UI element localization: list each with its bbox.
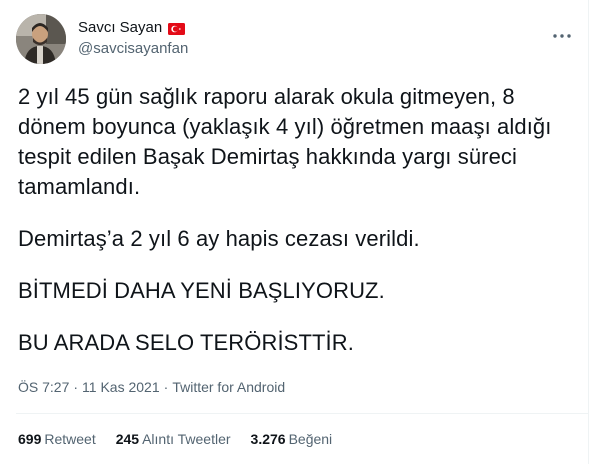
tweet-paragraph: BU ARADA SELO TERÖRİSTTİR. (18, 330, 354, 355)
meta-separator: · (163, 379, 169, 395)
display-name-row: Savcı Sayan (78, 18, 188, 38)
divider (16, 413, 589, 414)
avatar-image (16, 14, 66, 64)
tweet-paragraph: BİTMEDİ DAHA YENİ BAŞLIYORUZ. (18, 278, 385, 303)
tweet-header: Savcı Sayan @savcisayanfan (16, 14, 576, 66)
tweet-time[interactable]: ÖS 7:27 (18, 379, 69, 395)
quotes-count: 245 (115, 431, 140, 447)
user-handle[interactable]: @savcisayanfan (78, 39, 188, 59)
likes-stat[interactable]: 3.276 Beğeni (251, 429, 333, 449)
likes-label: Beğeni (288, 431, 333, 447)
tweet-meta: ÖS 7:27 · 11 Kas 2021 · Twitter for Android (18, 377, 285, 397)
more-options-icon[interactable] (550, 24, 574, 48)
avatar[interactable] (16, 14, 66, 64)
retweets-stat[interactable]: 699 Retweet (18, 429, 96, 449)
tweet-container: Savcı Sayan @savcisayanfan 2 yıl 45 gün … (0, 0, 589, 464)
user-info: Savcı Sayan @savcisayanfan (78, 18, 188, 59)
turkish-flag-icon (168, 22, 186, 35)
tweet-date[interactable]: 11 Kas 2021 (82, 379, 160, 395)
meta-separator: · (73, 379, 79, 395)
likes-count: 3.276 (250, 431, 286, 447)
tweet-stats: 699 Retweet 245 Alıntı Tweetler 3.276 Beğen… (18, 429, 352, 449)
quotes-stat[interactable]: 245 Alıntı Tweetler (116, 429, 231, 449)
retweets-label: Retweet (44, 431, 96, 447)
tweet-paragraph: Demirtaş’a 2 yıl 6 ay hapis cezası veril… (18, 226, 420, 251)
display-name[interactable]: Savcı Sayan (78, 18, 162, 38)
quotes-label: Alıntı Tweetler (142, 431, 231, 447)
tweet-text: 2 yıl 45 gün sağlık raporu alarak okula … (18, 82, 578, 380)
tweet-paragraph: 2 yıl 45 gün sağlık raporu alarak okula … (18, 84, 558, 199)
tweet-source[interactable]: Twitter for Android (172, 379, 285, 395)
retweets-count: 699 (18, 431, 42, 447)
